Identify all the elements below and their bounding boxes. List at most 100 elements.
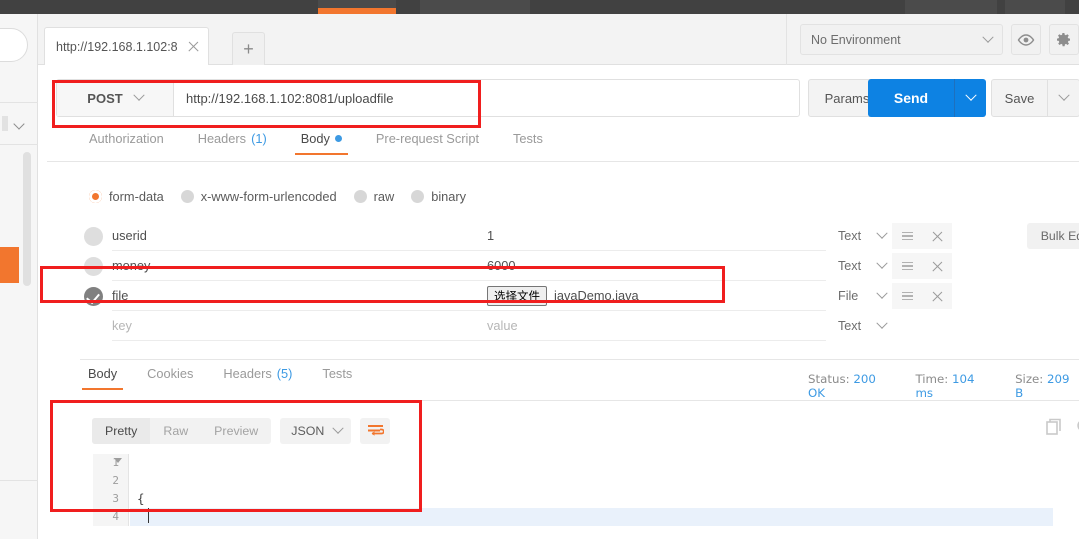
copy-icon[interactable] [1046, 418, 1064, 436]
row-menu-button[interactable] [892, 223, 922, 249]
tab-label: Cookies [147, 366, 194, 381]
sidebar-dropdown[interactable] [0, 112, 34, 138]
key-input[interactable]: money [112, 252, 476, 281]
menu-icon [901, 231, 913, 241]
type-select[interactable]: Text [826, 317, 892, 333]
row-delete-button[interactable] [922, 223, 952, 249]
text-caret [148, 508, 149, 523]
table-row-empty: key value Text [80, 311, 1079, 341]
radio-icon [180, 190, 194, 203]
chevron-down-icon [332, 422, 344, 434]
tab-count: (5) [276, 366, 293, 381]
menu-icon [901, 291, 913, 301]
row-enable-checkbox[interactable] [80, 256, 112, 276]
sidebar-active-marker [0, 247, 19, 283]
response-section-tabs: Body Cookies Headers (5) Tests [80, 366, 600, 400]
radio-binary[interactable]: binary [411, 189, 466, 204]
size-meta: Size: 209 B [1015, 372, 1079, 400]
environment-settings-button[interactable] [1048, 24, 1079, 55]
checkbox-checked-icon [84, 286, 103, 306]
choose-file-button[interactable]: 选择文件 [487, 285, 547, 306]
response-viewer-actions [1046, 418, 1079, 436]
radio-label: x-www-form-urlencoded [200, 189, 337, 204]
bulk-edit-button[interactable]: Bulk Edit [1027, 223, 1079, 249]
line-number: 1 [112, 456, 119, 469]
radio-icon [353, 190, 367, 203]
tab-pre-request-script[interactable]: Pre-request Script [376, 131, 479, 154]
close-icon [931, 290, 944, 303]
save-button[interactable]: Save [991, 79, 1048, 117]
send-options-button[interactable] [954, 79, 986, 117]
response-tab-cookies[interactable]: Cookies [147, 366, 193, 389]
fold-toggle-icon[interactable] [114, 458, 122, 463]
tab-body[interactable]: Body [294, 131, 349, 155]
row-enable-checkbox[interactable] [80, 286, 112, 306]
type-label: Text [838, 229, 862, 243]
view-mode-group: Pretty Raw Preview [92, 418, 272, 444]
response-viewer-toolbar: Pretty Raw Preview JSON [92, 418, 391, 444]
tab-authorization[interactable]: Authorization [89, 131, 164, 154]
view-mode-preview[interactable]: Preview [201, 418, 271, 444]
send-button[interactable]: Send [868, 79, 954, 117]
tab-headers[interactable]: Headers (1) [198, 131, 267, 154]
environment-selected-label: No Environment [811, 32, 901, 47]
word-wrap-icon [367, 424, 384, 438]
url-bar: POST http://192.168.1.102:8081/uploadfil… [56, 79, 800, 117]
request-tab[interactable]: http://192.168.1.102:8 [44, 27, 209, 65]
radio-raw[interactable]: raw [353, 189, 394, 204]
time-meta: Time: 104 ms [915, 372, 993, 400]
request-tabstrip: http://192.168.1.102:8 + No Environment [38, 14, 1079, 65]
type-select[interactable]: Text [826, 257, 892, 273]
eye-icon [1017, 34, 1035, 46]
radio-icon [411, 190, 425, 203]
type-select[interactable]: Text [826, 227, 892, 243]
table-row: userid 1 Text Bulk Edit [80, 221, 1079, 251]
environment-quick-look-button[interactable] [1010, 24, 1041, 55]
row-enable-checkbox[interactable] [80, 226, 112, 246]
row-actions [892, 223, 952, 249]
close-icon [931, 260, 944, 273]
new-tab-button[interactable]: + [232, 32, 265, 65]
file-value-cell[interactable]: 选择文件 javaDemo.java [476, 282, 826, 311]
value-input[interactable]: 1 [476, 222, 826, 251]
view-mode-pretty[interactable]: Pretty [92, 418, 151, 444]
response-tab-body[interactable]: Body [81, 366, 124, 390]
response-format-select[interactable]: JSON [280, 418, 352, 444]
view-mode-raw[interactable]: Raw [150, 418, 201, 444]
response-tab-headers[interactable]: Headers (5) [223, 366, 292, 389]
row-menu-button[interactable] [892, 283, 922, 309]
url-input[interactable]: http://192.168.1.102:8081/uploadfile [174, 80, 799, 116]
save-options-button[interactable] [1048, 79, 1079, 117]
environment-select[interactable]: No Environment [800, 24, 1003, 55]
value-input[interactable]: value [476, 312, 826, 341]
http-method-select[interactable]: POST [57, 80, 174, 116]
line-number: 2 [112, 474, 119, 487]
sidebar-divider [0, 480, 38, 481]
tab-label: Authorization [89, 131, 164, 146]
radio-x-www-form-urlencoded[interactable]: x-www-form-urlencoded [180, 189, 337, 204]
type-select[interactable]: File [826, 287, 892, 303]
code-lines: { "success": "成功", "code": 200 } [137, 454, 282, 539]
row-menu-button[interactable] [892, 253, 922, 279]
line-number-gutter: 1 2 3 4 [93, 454, 129, 526]
key-input[interactable]: file [112, 282, 476, 311]
key-input[interactable]: key [112, 312, 476, 341]
chevron-down-icon [876, 317, 888, 329]
tab-label: Headers [197, 131, 247, 146]
sidebar-search-input[interactable] [0, 28, 28, 62]
value-input[interactable]: 6000 [476, 252, 826, 281]
word-wrap-button[interactable] [360, 418, 391, 444]
tab-tests[interactable]: Tests [513, 131, 543, 154]
request-section-tabs: Authorization Headers (1) Body Pre-reque… [47, 131, 1079, 162]
radio-label: binary [431, 189, 467, 204]
close-icon[interactable] [187, 40, 200, 53]
tab-count: (1) [251, 131, 267, 146]
line-number: 4 [112, 510, 119, 523]
window-titlebar [0, 0, 1079, 14]
sidebar-scrollbar[interactable] [23, 152, 31, 286]
key-input[interactable]: userid [112, 222, 476, 251]
radio-form-data[interactable]: form-data [89, 189, 164, 204]
row-delete-button[interactable] [922, 283, 952, 309]
row-delete-button[interactable] [922, 253, 952, 279]
response-tab-tests[interactable]: Tests [322, 366, 352, 389]
